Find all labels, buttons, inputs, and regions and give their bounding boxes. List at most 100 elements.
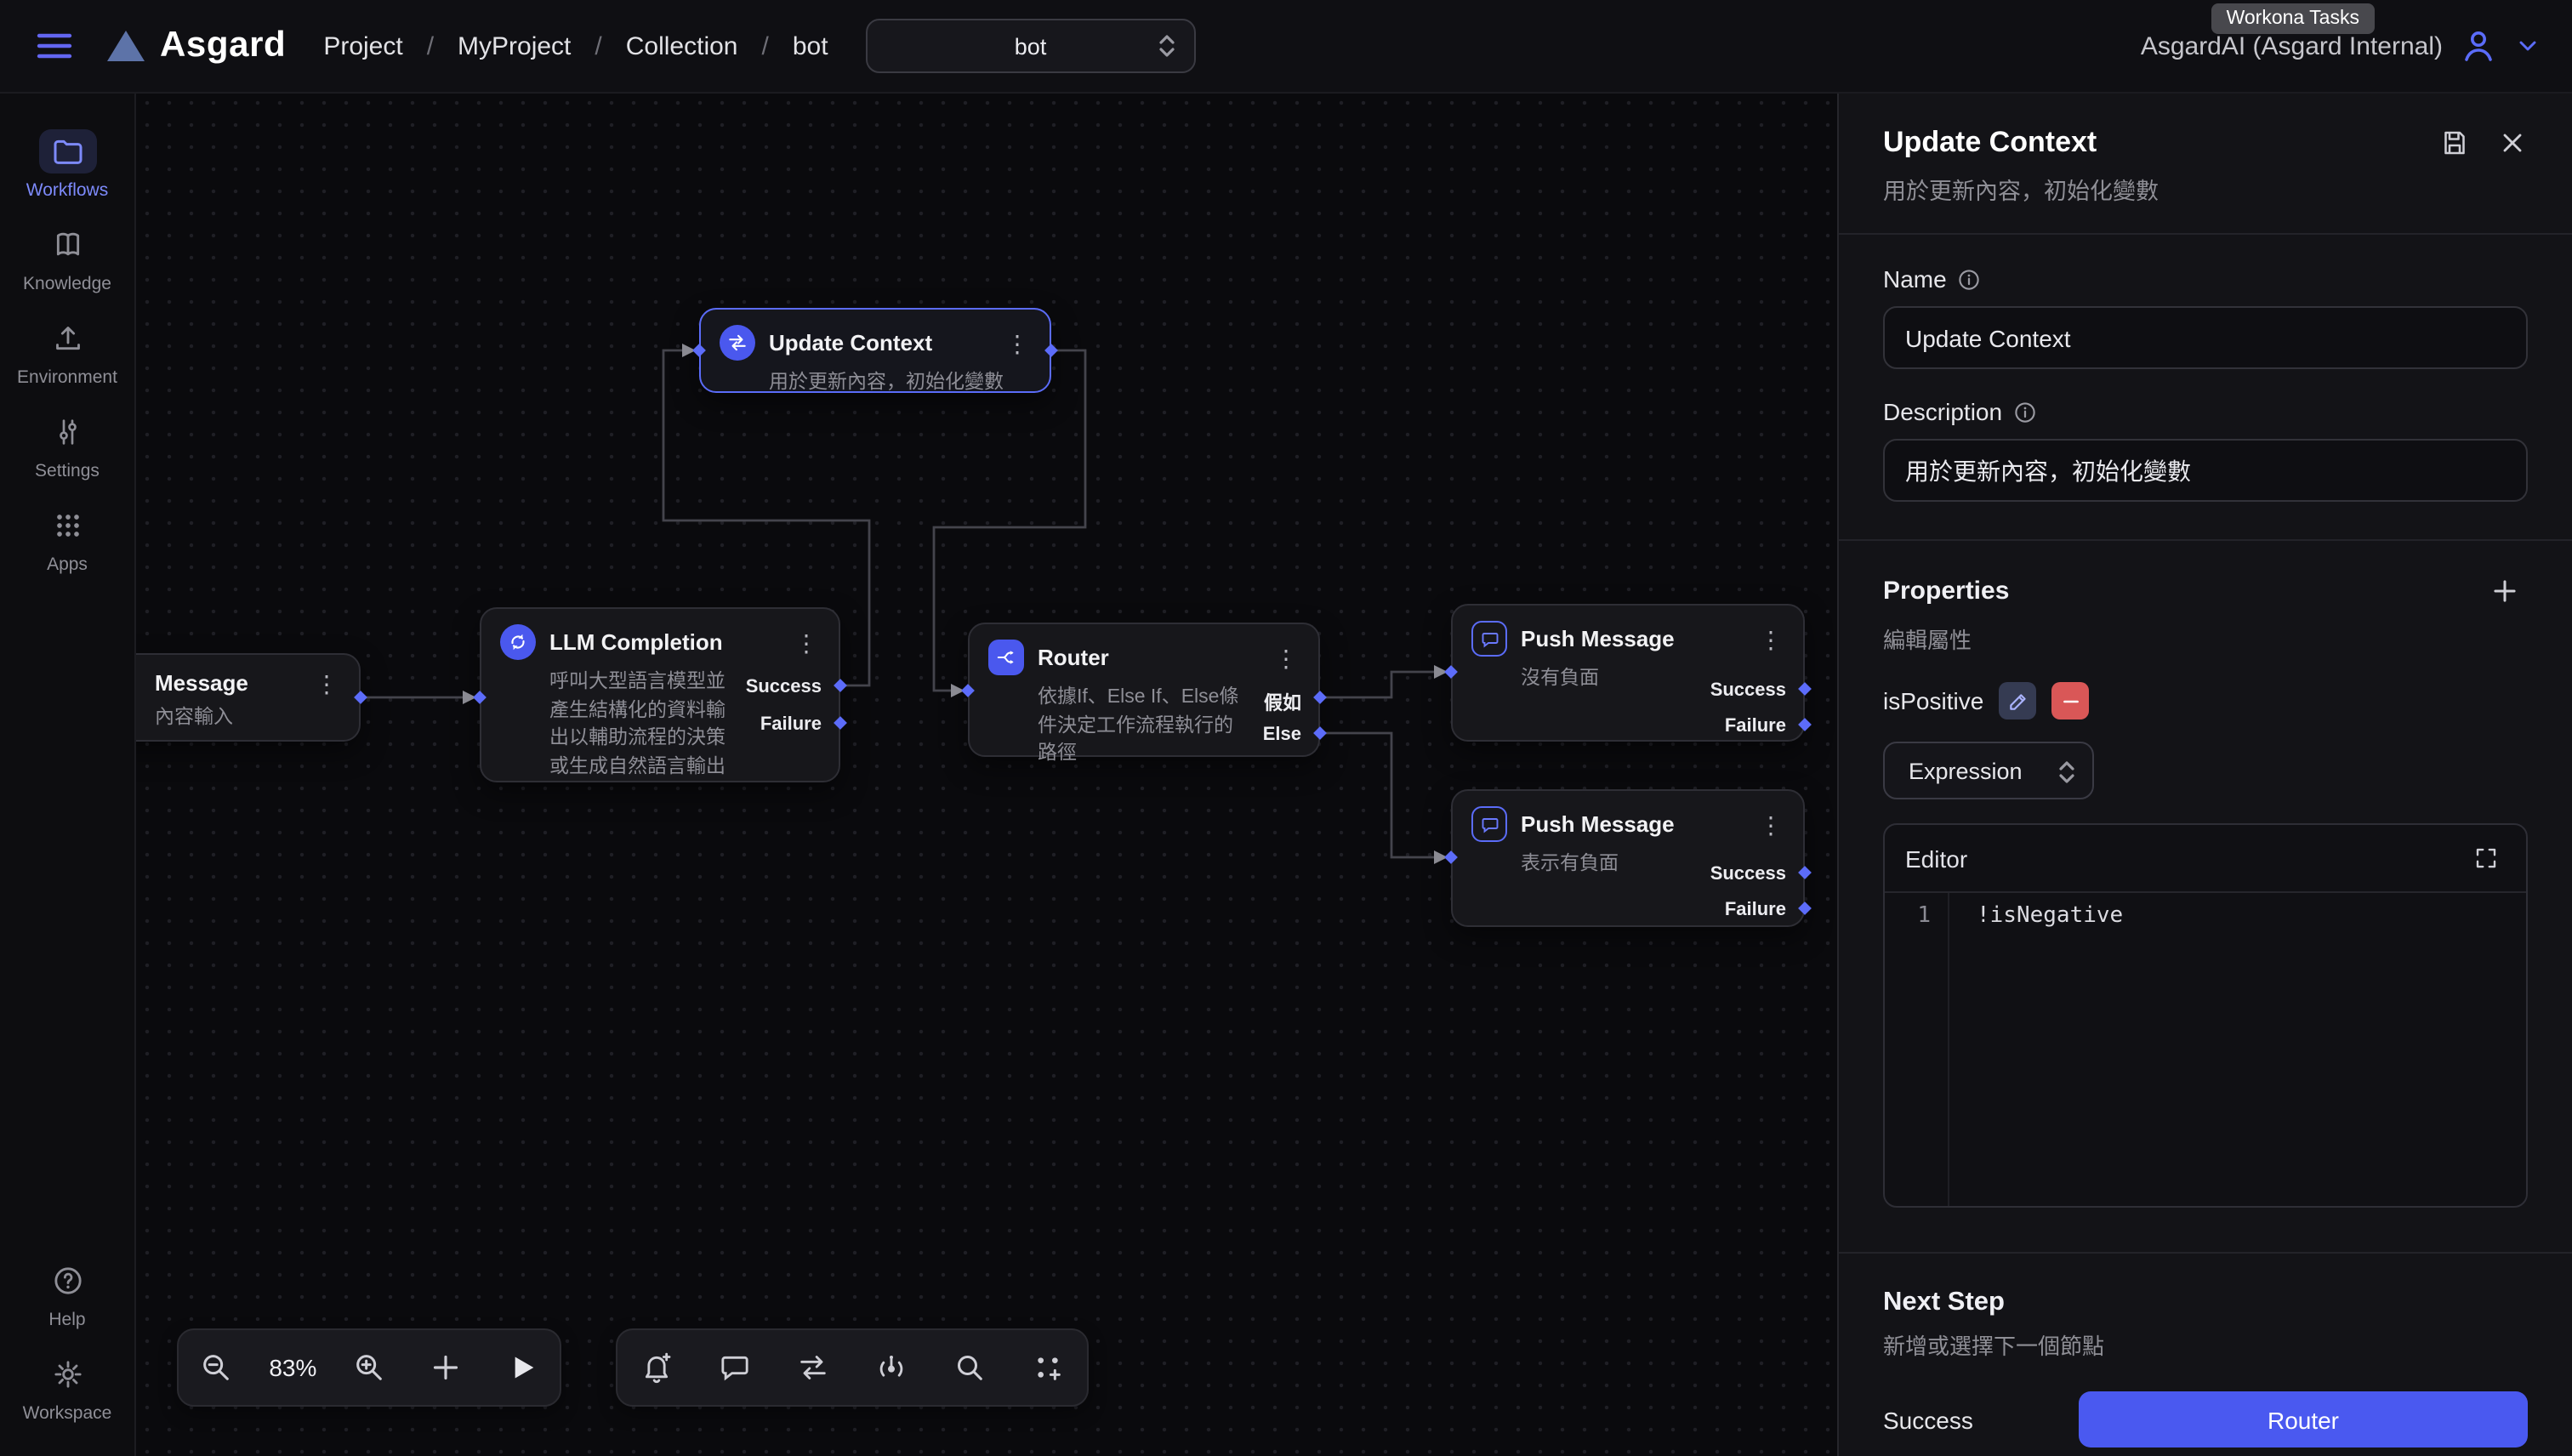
node-push-message-negative[interactable]: Push Message ⋮ 表示有負面 Success Failure [1451,789,1805,927]
expand-editor-icon[interactable] [2467,839,2506,878]
panel-header: Update Context 用於更新內容，初始化變數 [1839,92,2572,235]
save-icon[interactable] [2439,128,2470,158]
node-output-if[interactable]: 假如 [1264,689,1301,716]
sidebar-label: Workspace [23,1403,112,1424]
workspace-gear-icon [38,1352,96,1396]
sidebar-item-environment[interactable]: Environment [0,306,134,400]
sidebar-label: Help [48,1310,85,1330]
info-icon [1957,266,1983,292]
push-message-icon [1471,806,1507,842]
zoom-toolbar: 83% [177,1328,561,1407]
chevron-down-icon [2514,32,2541,60]
node-output-success[interactable]: Success [746,677,822,697]
menu-icon[interactable] [27,19,82,73]
agent-icon[interactable] [868,1344,915,1391]
knowledge-icon [38,223,96,267]
node-menu-icon[interactable]: ⋮ [1752,812,1790,836]
node-menu-icon[interactable]: ⋮ [999,331,1036,355]
node-push-message-positive[interactable]: Push Message ⋮ 沒有負面 Success Failure [1451,604,1805,742]
panel-subtitle: 用於更新內容，初始化變數 [1883,172,2528,206]
close-icon[interactable] [2497,128,2528,158]
workflow-selector-value: bot [1015,33,1047,59]
app-root: Asgard Project / MyProject / Collection … [0,0,2572,1456]
node-message[interactable]: Message ⋮ 內容輸入 [136,653,361,742]
brand-name: Asgard [160,26,286,66]
workflow-canvas[interactable]: Message ⋮ 內容輸入 LLM Completion ⋮ 呼叫大型語言模型… [136,92,1837,1456]
run-workflow-icon[interactable] [498,1344,545,1391]
node-description: 用於更新內容，初始化變數 [701,366,1050,414]
swap-arrows-icon[interactable] [789,1344,837,1391]
name-field[interactable] [1883,306,2528,369]
node-update-context[interactable]: Update Context ⋮ 用於更新內容，初始化變數 [699,308,1051,393]
chat-icon[interactable] [711,1344,759,1391]
workflow-selector[interactable]: bot [866,19,1196,73]
next-step-output-label: Success [1883,1406,1973,1433]
node-output-failure[interactable]: Failure [1725,716,1786,737]
editor-code[interactable]: !isNegative [1949,893,2123,1208]
sidebar-label: Settings [35,461,100,481]
breadcrumb-item-collection[interactable]: Collection [626,31,738,60]
select-chevrons-icon [2055,759,2079,786]
sidebar-item-knowledge[interactable]: Knowledge [0,213,134,306]
sidebar-item-settings[interactable]: Settings [0,400,134,493]
node-menu-icon[interactable]: ⋮ [1267,646,1305,669]
description-field[interactable] [1883,439,2528,502]
node-menu-icon[interactable]: ⋮ [788,630,825,654]
zoom-in-icon[interactable] [345,1344,393,1391]
node-output-success[interactable]: Success [1710,864,1786,884]
node-menu-icon[interactable]: ⋮ [308,671,345,695]
name-field-label: Name [1883,265,1947,293]
divider [1839,1252,2572,1254]
node-llm-completion[interactable]: LLM Completion ⋮ 呼叫大型語言模型並產生結構化的資料輸出以輔助流… [480,607,840,782]
property-type-select[interactable]: Expression [1883,742,2094,799]
node-title: Router [1038,645,1254,670]
edit-property-icon[interactable] [1999,682,2036,719]
node-title: LLM Completion [549,629,774,655]
node-output-failure[interactable]: Failure [760,714,822,735]
breadcrumb-item-myproject[interactable]: MyProject [458,31,571,60]
llm-icon [500,624,536,660]
help-icon [38,1259,96,1303]
add-node-icon[interactable] [422,1344,469,1391]
sidebar-item-workflows[interactable]: Workflows [0,119,134,213]
sidebar-item-help[interactable]: Help [0,1248,134,1342]
left-sidebar: Workflows Knowledge Environment Settings [0,92,136,1456]
breadcrumb: Project / MyProject / Collection / bot [323,31,828,60]
router-icon [988,640,1024,675]
logo-triangle-icon [105,27,146,65]
breadcrumb-separator: / [762,31,769,60]
node-output-success[interactable]: Success [1710,680,1786,701]
search-icon[interactable] [946,1344,993,1391]
node-title: Push Message [1521,811,1738,837]
editor-body[interactable]: 1 !isNegative [1885,893,2526,1208]
property-name: isPositive [1883,687,1983,714]
property-type-value: Expression [1909,758,2023,783]
sidebar-item-workspace[interactable]: Workspace [0,1342,134,1436]
remove-property-icon[interactable] [2051,682,2089,719]
add-property-icon[interactable] [2482,568,2528,614]
node-output-else[interactable]: Else [1263,725,1301,745]
property-row-ispositive: isPositive [1883,682,2528,719]
top-navbar: Asgard Project / MyProject / Collection … [0,0,2572,94]
info-icon [2012,399,2038,424]
node-title: Update Context [769,330,985,355]
user-icon [2458,26,2499,66]
node-menu-icon[interactable]: ⋮ [1752,627,1790,651]
node-router[interactable]: Router ⋮ 依據If、Else If、Else條件決定工作流程執行的路徑 … [968,623,1320,757]
sidebar-item-apps[interactable]: Apps [0,493,134,587]
zoom-level: 83% [269,1354,316,1381]
node-output-failure[interactable]: Failure [1725,900,1786,920]
settings-icon [38,410,96,454]
zoom-out-icon[interactable] [193,1344,241,1391]
next-step-router-button[interactable]: Router [2079,1391,2528,1447]
notification-add-icon[interactable] [633,1344,680,1391]
apps-icon [38,503,96,548]
breadcrumb-separator: / [595,31,601,60]
widgets-icon[interactable] [1024,1344,1072,1391]
description-field-label: Description [1883,398,2002,425]
breadcrumb-item-bot[interactable]: bot [793,31,828,60]
account-label: AsgardAI (Asgard Internal) [2141,31,2443,60]
sidebar-label: Apps [47,555,88,575]
node-description: 內容輸入 [136,701,359,749]
breadcrumb-item-project[interactable]: Project [323,31,402,60]
